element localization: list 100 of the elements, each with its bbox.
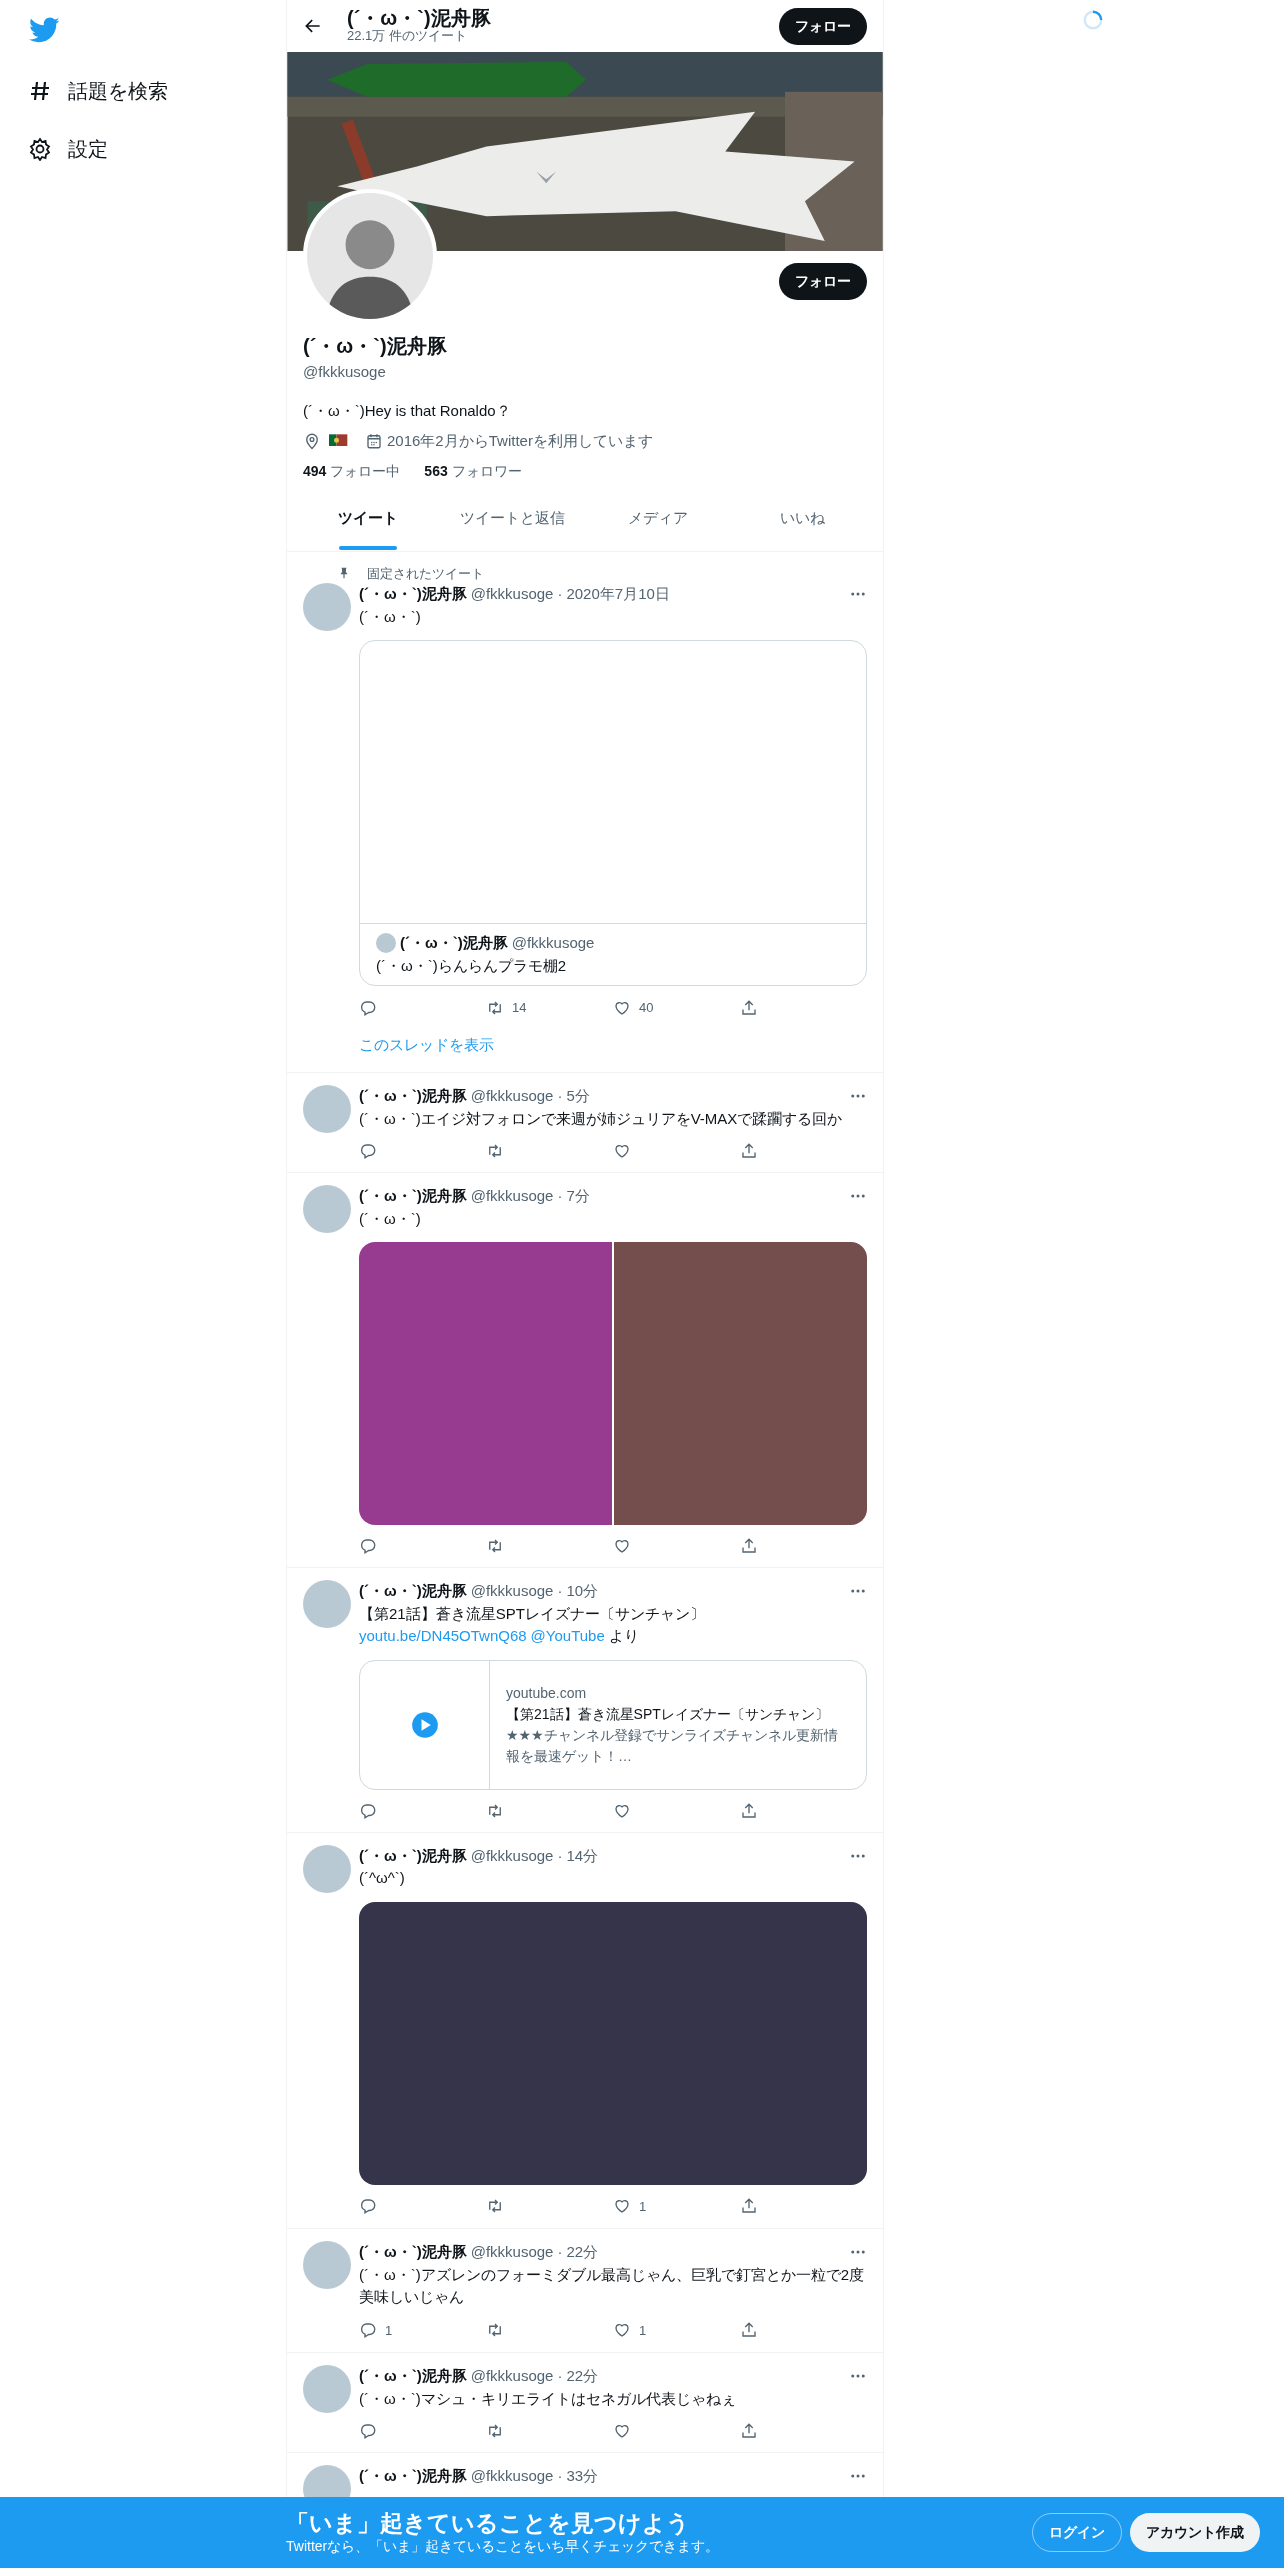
author-name[interactable]: (´・ω・`)泥舟豚 (359, 583, 467, 606)
reply-icon[interactable] (359, 998, 377, 1017)
hashtag-icon[interactable] (28, 79, 52, 103)
link-card[interactable]: youtube.com 【第21話】蒼き流星SPTレイズナー〔サンチャン〕 ★★★チャンネル登録でサンライズチャンネル更新情報を最速ゲット！… (359, 1659, 867, 1790)
separator-dot: · (557, 1086, 563, 1106)
follow-button[interactable]: フォロー (779, 263, 867, 300)
action-count: 1 (385, 2321, 393, 2340)
reply-icon[interactable] (359, 2321, 377, 2340)
separator-dot: · (557, 2366, 563, 2386)
tweet-text: (´^ω^`) (359, 1868, 406, 1888)
author-handle[interactable]: @fkkkusoge (470, 2365, 554, 2388)
card-description: ★★★チャンネル登録でサンライズチャンネル更新情報を最速ゲット！… (506, 1725, 839, 1766)
action-count: 14 (512, 999, 527, 1017)
like-icon[interactable] (613, 1142, 631, 1160)
author-name[interactable]: (´・ω・`)泥舟豚 (359, 1085, 467, 1108)
profile-name: (´・ω・`)泥舟豚 (303, 334, 448, 359)
tab[interactable]: ツイートと返信 (460, 507, 565, 546)
following-label[interactable]: フォロー中 (330, 460, 401, 482)
card-domain: youtube.com (506, 1683, 588, 1703)
tab[interactable]: メディア (627, 507, 688, 546)
tweet-text: (´・ω・`) (359, 606, 422, 627)
separator-dot: · (557, 2466, 563, 2486)
tweet-text: (´・ω・`)アズレンのフォーミダブル最高じゃん、巨乳で釘宮とか一粒で2度美味しいじゃん (359, 2264, 866, 2307)
tweet-time[interactable]: 22分 (566, 2241, 849, 2264)
share-icon[interactable] (740, 2422, 758, 2440)
tweet-time[interactable]: 22分 (566, 2365, 849, 2388)
signup-button[interactable]: アカウント作成 (1130, 2513, 1260, 2552)
calendar-icon (365, 432, 383, 451)
following-count[interactable]: 494 (303, 460, 327, 482)
play-icon[interactable] (410, 1710, 439, 1739)
author-handle[interactable]: @fkkkusoge (470, 1844, 554, 1867)
avatar (376, 933, 396, 954)
action-count: 1 (639, 2197, 647, 2216)
quoted-tweet-card[interactable]: (´・ω・`)泥舟豚 @fkkkusoge (´・ω・`)らんらんプラモ棚2 (359, 640, 867, 986)
tweet-time[interactable]: 33分 (566, 2465, 849, 2488)
like-icon[interactable] (613, 2422, 631, 2440)
tweet-text: (´・ω・`)マシュ・キリエライトはセネガル代表じゃねぇ (359, 2388, 737, 2409)
author-handle: @fkkkusoge (511, 933, 595, 953)
author-name[interactable]: (´・ω・`)泥舟豚 (359, 1185, 467, 1208)
share-icon[interactable] (740, 2197, 758, 2216)
share-icon[interactable] (740, 1801, 758, 1820)
author-handle[interactable]: @fkkkusoge (470, 1185, 554, 1208)
pinned-label: 固定されたツイート (367, 564, 484, 583)
author-handle[interactable]: @fkkkusoge (470, 1085, 554, 1108)
reply-icon[interactable] (359, 1801, 377, 1820)
share-icon[interactable] (740, 998, 758, 1017)
share-icon[interactable] (740, 1537, 758, 1555)
image-tile[interactable] (359, 1242, 612, 1525)
author-name[interactable]: (´・ω・`)泥舟豚 (359, 2241, 467, 2264)
share-icon[interactable] (740, 2321, 758, 2340)
join-date: 2016年2月からTwitterを利用しています (387, 431, 653, 451)
separator-dot: · (557, 584, 563, 604)
retweet-icon[interactable] (486, 1537, 504, 1555)
follow-button[interactable]: フォロー (779, 7, 867, 45)
action-count: 40 (639, 999, 654, 1017)
reply-icon[interactable] (359, 2422, 377, 2440)
author-name[interactable]: (´・ω・`)泥舟豚 (359, 1844, 467, 1867)
reply-icon[interactable] (359, 2197, 377, 2216)
author-name[interactable]: (´・ω・`)泥舟豚 (359, 1580, 467, 1603)
tweet-text: 【第21話】蒼き流星SPTレイズナー〔サンチャン〕 (359, 1603, 706, 1624)
image-tile[interactable] (359, 1901, 867, 2185)
nav-item[interactable]: 設定 (68, 134, 108, 164)
settings-icon[interactable] (28, 137, 52, 161)
followers-count[interactable]: 563 (424, 460, 448, 482)
author-handle[interactable]: @fkkkusoge (470, 583, 554, 606)
separator-dot: · (557, 1581, 563, 1601)
tweet-time[interactable]: 14分 (566, 1844, 849, 1867)
author-handle[interactable]: @fkkkusoge (470, 2465, 554, 2488)
profile-bio: (´・ω・`)Hey is that Ronaldo？ (303, 400, 512, 421)
reply-icon[interactable] (359, 1142, 377, 1160)
banner-subtitle: Twitterなら、「いま」起きていることをいち早くチェックできます。 (286, 2538, 720, 2556)
separator-dot: · (557, 1845, 563, 1866)
author-name[interactable]: (´・ω・`)泥舟豚 (359, 2465, 467, 2488)
retweet-icon[interactable] (486, 2422, 504, 2440)
tweet-time[interactable]: 10分 (566, 1580, 849, 1603)
action-count: 1 (639, 2321, 647, 2340)
tweet-time[interactable]: 7分 (566, 1185, 849, 1208)
followers-label[interactable]: フォロワー (451, 460, 522, 482)
author-handle[interactable]: @fkkkusoge (470, 1580, 554, 1603)
share-icon[interactable] (740, 1142, 758, 1160)
tweet-time[interactable]: 2020年7月10日 (566, 583, 849, 606)
spinner-icon (1082, 9, 1104, 32)
profile-title: (´・ω・`)泥舟豚 (347, 7, 492, 28)
retweet-icon[interactable] (486, 1142, 504, 1160)
tab[interactable]: いいね (780, 507, 825, 546)
tweet-text: (´・ω・`) (359, 1208, 422, 1229)
author-name[interactable]: (´・ω・`)泥舟豚 (359, 2365, 467, 2388)
location-icon (303, 432, 321, 451)
card-title: 【第21話】蒼き流星SPTレイズナー〔サンチャン〕 (506, 1704, 830, 1724)
tweet-time[interactable]: 5分 (566, 1085, 849, 1108)
reply-icon[interactable] (359, 1537, 377, 1555)
separator-dot: · (557, 2242, 563, 2262)
image-tile[interactable] (614, 1242, 867, 1525)
author-handle[interactable]: @fkkkusoge (470, 2241, 554, 2264)
tab[interactable]: ツイート (337, 507, 398, 546)
author-name: (´・ω・`)泥舟豚 (400, 933, 508, 953)
separator-dot: · (557, 1186, 563, 1206)
nav-item[interactable]: 話題を検索 (68, 76, 168, 106)
like-icon[interactable] (613, 1537, 631, 1555)
tweet-text: (´・ω・`)エイジ対フォロンで来週が姉ジュリアをV-MAXで蹂躙する回か (359, 1108, 844, 1129)
